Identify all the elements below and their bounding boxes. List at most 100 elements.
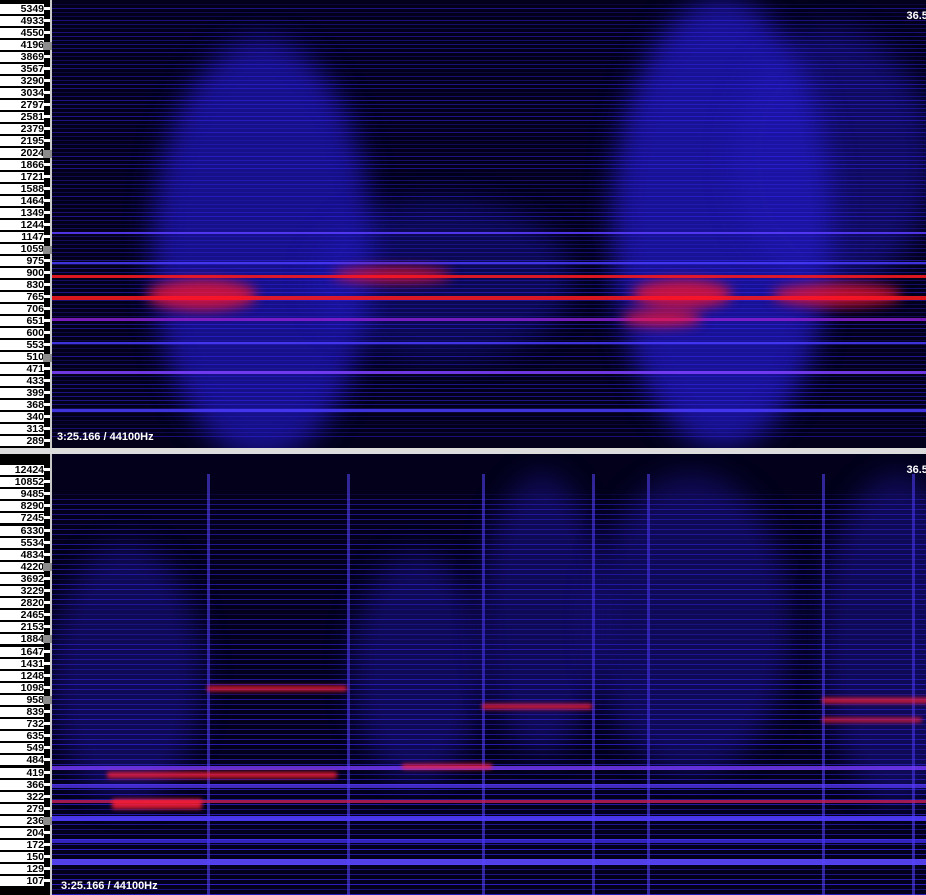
frequency-tick: 1588 [0,183,44,195]
harmonic-line [52,400,926,401]
frequency-tick: 5349 [0,3,44,15]
frequency-tick-label: 5534 [20,536,44,549]
onset-stripe [482,474,485,895]
frequency-tick-label: 4834 [20,548,44,561]
frequency-tick-label: 510 [26,351,44,363]
harmonic-line-strong [52,371,926,374]
frequency-tick-label: 958 [26,693,44,706]
harmonic-line [52,348,926,349]
frequency-tick-label: 732 [26,718,44,731]
harmonic-line [52,504,926,505]
frequency-tick-label: 484 [26,754,44,767]
frequency-tick: 2820 [0,597,44,610]
harmonic-line [52,24,926,25]
frequency-tick: 419 [0,766,44,779]
harmonic-line [52,136,926,137]
harmonic-line [52,344,926,345]
harmonic-line [52,124,926,125]
frequency-tick: 839 [0,706,44,718]
frequency-tick-label: 2379 [20,123,44,135]
frequency-tick: 368 [0,399,44,411]
harmonic-line [52,380,926,381]
harmonic-line [52,376,926,377]
harmonic-line-strong [52,275,926,278]
tick-mark [44,223,50,226]
tick-mark [44,67,50,70]
frequency-tick-label: 651 [26,315,44,327]
frequency-tick: 2379 [0,123,44,135]
frequency-tick-label: 1147 [21,231,44,243]
harmonic-line [52,879,926,880]
frequency-tick-label: 5349 [20,3,44,15]
frequency-tick: 279 [0,802,44,815]
bass-band [52,784,926,788]
harmonic-line [52,494,926,495]
frequency-tick: 3229 [0,585,44,597]
frequency-tick: 399 [0,387,44,399]
max-value-label-bottom: 36.51 [906,464,926,476]
frequency-tick-label: 4220 [20,560,44,573]
harmonic-line [52,364,926,365]
energy-blob [482,474,602,754]
harmonic-line [52,68,926,69]
harmonic-line [52,420,926,421]
harmonic-line [52,264,926,265]
tick-mark [44,31,50,34]
harmonic-line [52,152,926,153]
tick-mark [44,867,50,871]
harmonic-line [52,416,926,417]
harmonic-line [52,392,926,393]
harmonic-line [52,360,926,361]
tick-mark [44,199,50,202]
frequency-tick-label: 2820 [20,597,44,610]
frequency-tick-label: 2024 [20,147,44,159]
spectrogram-panel-top[interactable]: 5349 4933 4550 4196 3869 3567 3290 3034 2797 2581… [0,0,926,448]
harmonic-line [52,499,926,500]
frequency-tick: 204 [0,827,44,839]
frequency-tick-label: 3229 [20,585,44,597]
frequency-tick-label: 7245 [20,512,44,525]
peak-hotspot [207,686,347,691]
spectrogram-panel-bottom[interactable]: 12424 10852 9485 8290 7245 6330 5534 4834 4220 36… [0,454,926,895]
harmonic-line [52,356,926,357]
harmonic-line [52,316,926,317]
harmonic-line [52,72,926,73]
harmonic-line-strong [52,409,926,412]
harmonic-line [52,108,926,109]
frequency-tick: 958 [0,693,44,706]
frequency-tick: 433 [0,375,44,387]
spectrogram-canvas-bottom[interactable] [52,454,926,895]
frequency-tick-label: 2195 [20,135,44,147]
tick-mark [44,187,50,190]
octave-marker [43,635,52,644]
frequency-tick-label: 1059 [20,243,44,255]
octave-marker [43,695,52,704]
frequency-tick: 3290 [0,75,44,87]
harmonic-line [52,56,926,57]
tick-mark [44,439,50,442]
harmonic-line-strong [52,342,926,344]
frequency-tick-label: 236 [26,814,44,827]
energy-blob [592,474,792,774]
harmonic-line [52,208,926,209]
frequency-tick: 3567 [0,63,44,75]
peak-hotspot [147,280,257,310]
spectrogram-canvas-top[interactable] [52,0,926,448]
frequency-tick-label: 313 [26,423,44,435]
harmonic-line [52,104,926,105]
frequency-tick: 2581 [0,111,44,123]
frequency-tick: 2024 [0,147,44,159]
harmonic-line [52,52,926,53]
harmonic-line [52,240,926,241]
harmonic-line [52,164,926,165]
harmonic-line [52,96,926,97]
tick-mark [44,528,50,532]
harmonic-line [52,428,926,429]
tick-mark [44,540,50,544]
frequency-tick: 129 [0,863,44,875]
frequency-tick: 5534 [0,536,44,549]
harmonic-line [52,168,926,169]
tick-mark [44,649,50,653]
onset-stripe [207,474,210,895]
frequency-tick-label: 1464 [20,195,44,207]
